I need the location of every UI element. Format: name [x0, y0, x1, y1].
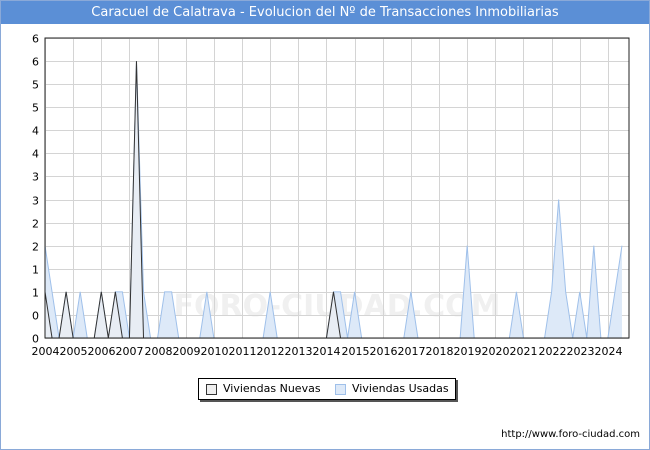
x-tick-label: 2010	[201, 345, 229, 358]
legend: Viviendas Nuevas Viviendas Usadas	[198, 378, 456, 400]
legend-label-viviendas-usadas: Viviendas Usadas	[352, 382, 449, 395]
x-tick-label: 2014	[313, 345, 341, 358]
x-tick-label: 2017	[398, 345, 426, 358]
y-tick-label: 5	[32, 79, 39, 92]
source-url: http://www.foro-ciudad.com	[501, 429, 640, 440]
y-tick-label: 3	[32, 171, 39, 184]
x-tick-label: 2008	[145, 345, 173, 358]
x-tick-labels: 2004 2005 2006 2007 2008 2009 2010 2011 2012 2013…	[32, 345, 623, 358]
legend-swatch-viviendas-nuevas	[206, 384, 217, 395]
y-tick-label: 3	[32, 195, 39, 208]
x-tick-label: 2013	[285, 345, 313, 358]
x-tick-label: 2021	[510, 345, 538, 358]
x-tick-label: 2005	[60, 345, 88, 358]
x-tick-label: 2016	[370, 345, 398, 358]
x-tick-label: 2006	[88, 345, 116, 358]
x-tick-label: 2004	[32, 345, 60, 358]
x-tick-label: 2022	[539, 345, 567, 358]
x-tick-label: 2007	[116, 345, 144, 358]
x-tick-label: 2024	[595, 345, 623, 358]
y-tick-label: 6	[32, 33, 39, 46]
y-tick-label: 0	[32, 333, 39, 346]
x-tick-label: 2012	[257, 345, 285, 358]
x-tick-label: 2009	[173, 345, 201, 358]
y-tick-label: 5	[32, 102, 39, 115]
x-tick-label: 2011	[229, 345, 257, 358]
y-tick-label: 1	[32, 287, 39, 300]
y-tick-label: 4	[32, 125, 39, 138]
y-tick-label: 0	[32, 310, 39, 323]
y-tick-label: 2	[32, 218, 39, 231]
legend-label-viviendas-nuevas: Viviendas Nuevas	[223, 382, 321, 395]
y-tick-label: 4	[32, 148, 39, 161]
x-tick-label: 2020	[482, 345, 510, 358]
y-tick-label: 6	[32, 56, 39, 69]
x-tick-label: 2023	[567, 345, 595, 358]
chart-frame: Caracuel de Calatrava - Evolucion del Nº…	[0, 0, 650, 450]
y-tick-label: 2	[32, 241, 39, 254]
y-tick-labels: 0 0 1 1 2 2 3 3 4 4 5 5 6 6	[32, 33, 39, 346]
y-tick-label: 1	[32, 264, 39, 277]
x-tick-label: 2019	[454, 345, 482, 358]
x-tick-label: 2018	[426, 345, 454, 358]
x-tick-label: 2015	[342, 345, 370, 358]
legend-swatch-viviendas-usadas	[335, 384, 346, 395]
